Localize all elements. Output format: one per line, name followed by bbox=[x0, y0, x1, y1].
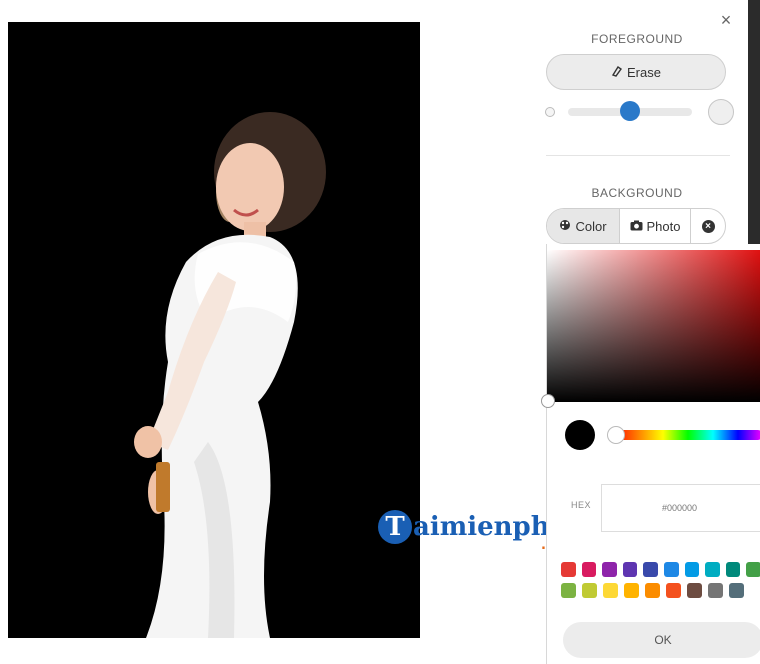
color-swatch[interactable] bbox=[581, 562, 597, 577]
section-divider bbox=[546, 155, 730, 156]
foreground-title: FOREGROUND bbox=[591, 32, 683, 46]
camera-icon bbox=[630, 219, 643, 234]
color-swatch[interactable] bbox=[603, 583, 618, 598]
watermark-logo: T aimienphi .vn bbox=[378, 510, 564, 560]
close-circle-icon: × bbox=[701, 219, 715, 233]
ok-button[interactable]: OK bbox=[563, 622, 760, 658]
color-swatch[interactable] bbox=[561, 583, 576, 598]
large-brush-icon bbox=[708, 99, 734, 125]
hex-input[interactable]: #000000 bbox=[601, 484, 760, 532]
color-picker: HEX #000000 OK bbox=[541, 244, 760, 664]
background-tabs: Color Photo × bbox=[546, 208, 726, 244]
color-swatch[interactable] bbox=[561, 562, 576, 577]
color-swatch[interactable] bbox=[582, 583, 597, 598]
color-swatch[interactable] bbox=[645, 583, 660, 598]
saturation-value-area[interactable] bbox=[547, 250, 760, 402]
tab-color-label: Color bbox=[575, 218, 607, 234]
eraser-icon bbox=[611, 65, 623, 80]
color-swatch[interactable] bbox=[708, 583, 723, 598]
color-swatch[interactable] bbox=[624, 583, 639, 598]
color-swatch[interactable] bbox=[687, 583, 702, 598]
current-color-swatch bbox=[565, 420, 595, 450]
tab-color[interactable]: Color bbox=[547, 209, 620, 243]
color-swatch[interactable] bbox=[643, 562, 658, 577]
small-brush-icon bbox=[545, 107, 555, 117]
hex-label: HEX bbox=[571, 500, 592, 510]
background-title: BACKGROUND bbox=[591, 186, 683, 200]
tab-photo[interactable]: Photo bbox=[620, 209, 691, 243]
swatch-row bbox=[561, 562, 760, 577]
color-swatch[interactable] bbox=[663, 562, 679, 577]
erase-label: Erase bbox=[627, 64, 661, 80]
palette-icon bbox=[559, 219, 571, 234]
color-swatch[interactable] bbox=[602, 562, 617, 577]
hue-handle[interactable] bbox=[607, 426, 625, 444]
clear-background-button[interactable]: × bbox=[691, 209, 725, 243]
color-swatch[interactable] bbox=[684, 562, 700, 577]
color-swatch[interactable] bbox=[725, 562, 741, 577]
color-swatch[interactable] bbox=[746, 562, 760, 577]
preset-swatches bbox=[561, 562, 760, 604]
tab-photo-label: Photo bbox=[646, 218, 681, 234]
erase-button[interactable]: Erase bbox=[546, 54, 726, 90]
background-edge bbox=[748, 0, 760, 250]
slider-thumb[interactable] bbox=[620, 101, 640, 121]
watermark-text: aimienphi bbox=[413, 512, 560, 542]
brush-size-slider[interactable] bbox=[542, 98, 738, 126]
hue-slider[interactable] bbox=[613, 430, 760, 440]
color-swatch[interactable] bbox=[729, 583, 744, 598]
photo-canvas[interactable] bbox=[8, 22, 420, 638]
swatch-row bbox=[561, 583, 760, 598]
watermark-letter: T bbox=[378, 510, 412, 544]
color-swatch[interactable] bbox=[705, 562, 720, 577]
color-swatch[interactable] bbox=[622, 562, 638, 577]
color-swatch[interactable] bbox=[666, 583, 681, 598]
portrait-image bbox=[134, 112, 326, 638]
saturation-handle[interactable] bbox=[541, 394, 555, 408]
close-button[interactable]: × bbox=[716, 10, 736, 30]
